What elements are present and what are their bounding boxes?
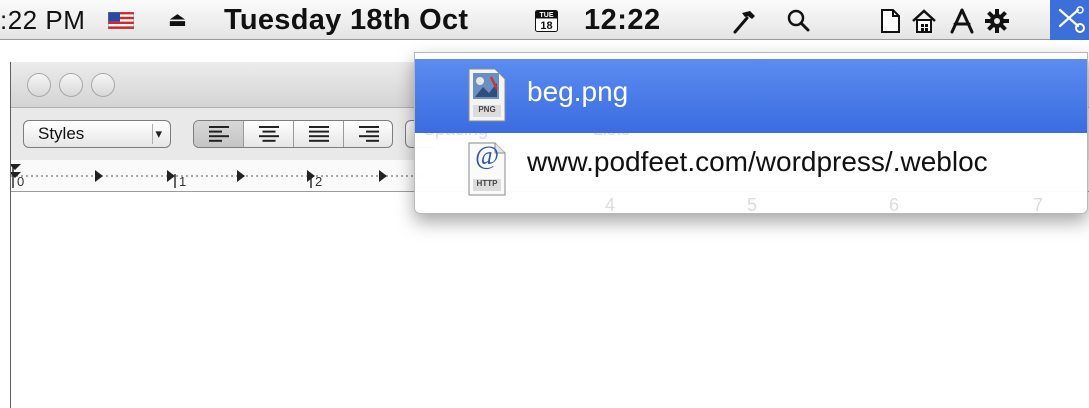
styles-popup[interactable]: Styles ▾ xyxy=(23,120,171,148)
align-right-button[interactable] xyxy=(344,121,392,147)
scissors-menu-extra[interactable] xyxy=(1050,0,1089,40)
menu-item-webloc[interactable]: @ HTTP www.podfeet.com/wordpress/.webloc xyxy=(415,133,1087,207)
align-left-button[interactable] xyxy=(194,121,244,147)
at-sign-glyph: @ xyxy=(475,141,499,170)
ruler-number: 0 xyxy=(17,174,25,189)
file-badge: PNG xyxy=(478,105,496,114)
app-store-icon[interactable] xyxy=(948,7,976,35)
document-text-area[interactable] xyxy=(11,192,1089,408)
menubar-clock-fragment[interactable]: :22 PM xyxy=(0,0,85,40)
tab-stop-marker xyxy=(237,170,245,182)
align-center-icon xyxy=(259,126,279,142)
search-icon[interactable] xyxy=(784,7,812,35)
menu-bar: :22 PM ⏏ Tuesday 18th Oct TUE 18 12:22 xyxy=(0,0,1089,40)
document-icon[interactable] xyxy=(876,7,904,35)
file-badge: HTTP xyxy=(476,179,498,188)
ruler-number: 2 xyxy=(315,174,323,189)
menu-item-label: beg.png xyxy=(527,76,629,107)
ruler-number: 1 xyxy=(179,174,187,189)
gear-icon[interactable] xyxy=(983,7,1011,35)
calendar-icon[interactable]: TUE 18 xyxy=(535,10,558,32)
alignment-segmented-control xyxy=(193,120,393,148)
tab-stop-marker xyxy=(95,170,103,182)
minimize-button[interactable] xyxy=(59,73,83,97)
ruler-ticks xyxy=(11,164,431,188)
svg-text:TUE: TUE xyxy=(540,12,554,19)
menu-item-label: www.podfeet.com/wordpress/.webloc xyxy=(527,146,988,177)
chevron-down-icon: ▾ xyxy=(155,126,162,141)
hammer-icon[interactable] xyxy=(730,7,758,35)
scissors-icon xyxy=(1058,6,1085,33)
align-center-button[interactable] xyxy=(244,121,294,147)
close-button[interactable] xyxy=(27,73,51,97)
us-flag-icon[interactable] xyxy=(108,12,134,29)
align-justify-button[interactable] xyxy=(294,121,344,147)
tab-stop-marker xyxy=(379,170,387,182)
svg-text:18: 18 xyxy=(540,20,552,32)
zoom-button[interactable] xyxy=(91,73,115,97)
align-left-icon xyxy=(209,126,229,142)
png-file-icon xyxy=(468,68,506,122)
eject-icon[interactable]: ⏏ xyxy=(168,0,187,40)
menubar-date[interactable]: Tuesday 18th Oct xyxy=(224,0,468,40)
styles-label: Styles xyxy=(38,124,85,143)
menu-item-beg-png[interactable]: PNG beg.png xyxy=(415,59,1087,133)
align-justify-icon xyxy=(309,126,329,142)
menubar-clock[interactable]: 12:22 xyxy=(584,0,661,40)
tab-stop-marker xyxy=(167,170,175,182)
home-icon[interactable] xyxy=(910,7,938,35)
clipboard-menu: Spacing Lists 4 5 6 7 PNG beg.png @ HTTP… xyxy=(414,52,1088,215)
divider xyxy=(152,124,153,144)
align-right-icon xyxy=(359,126,379,142)
